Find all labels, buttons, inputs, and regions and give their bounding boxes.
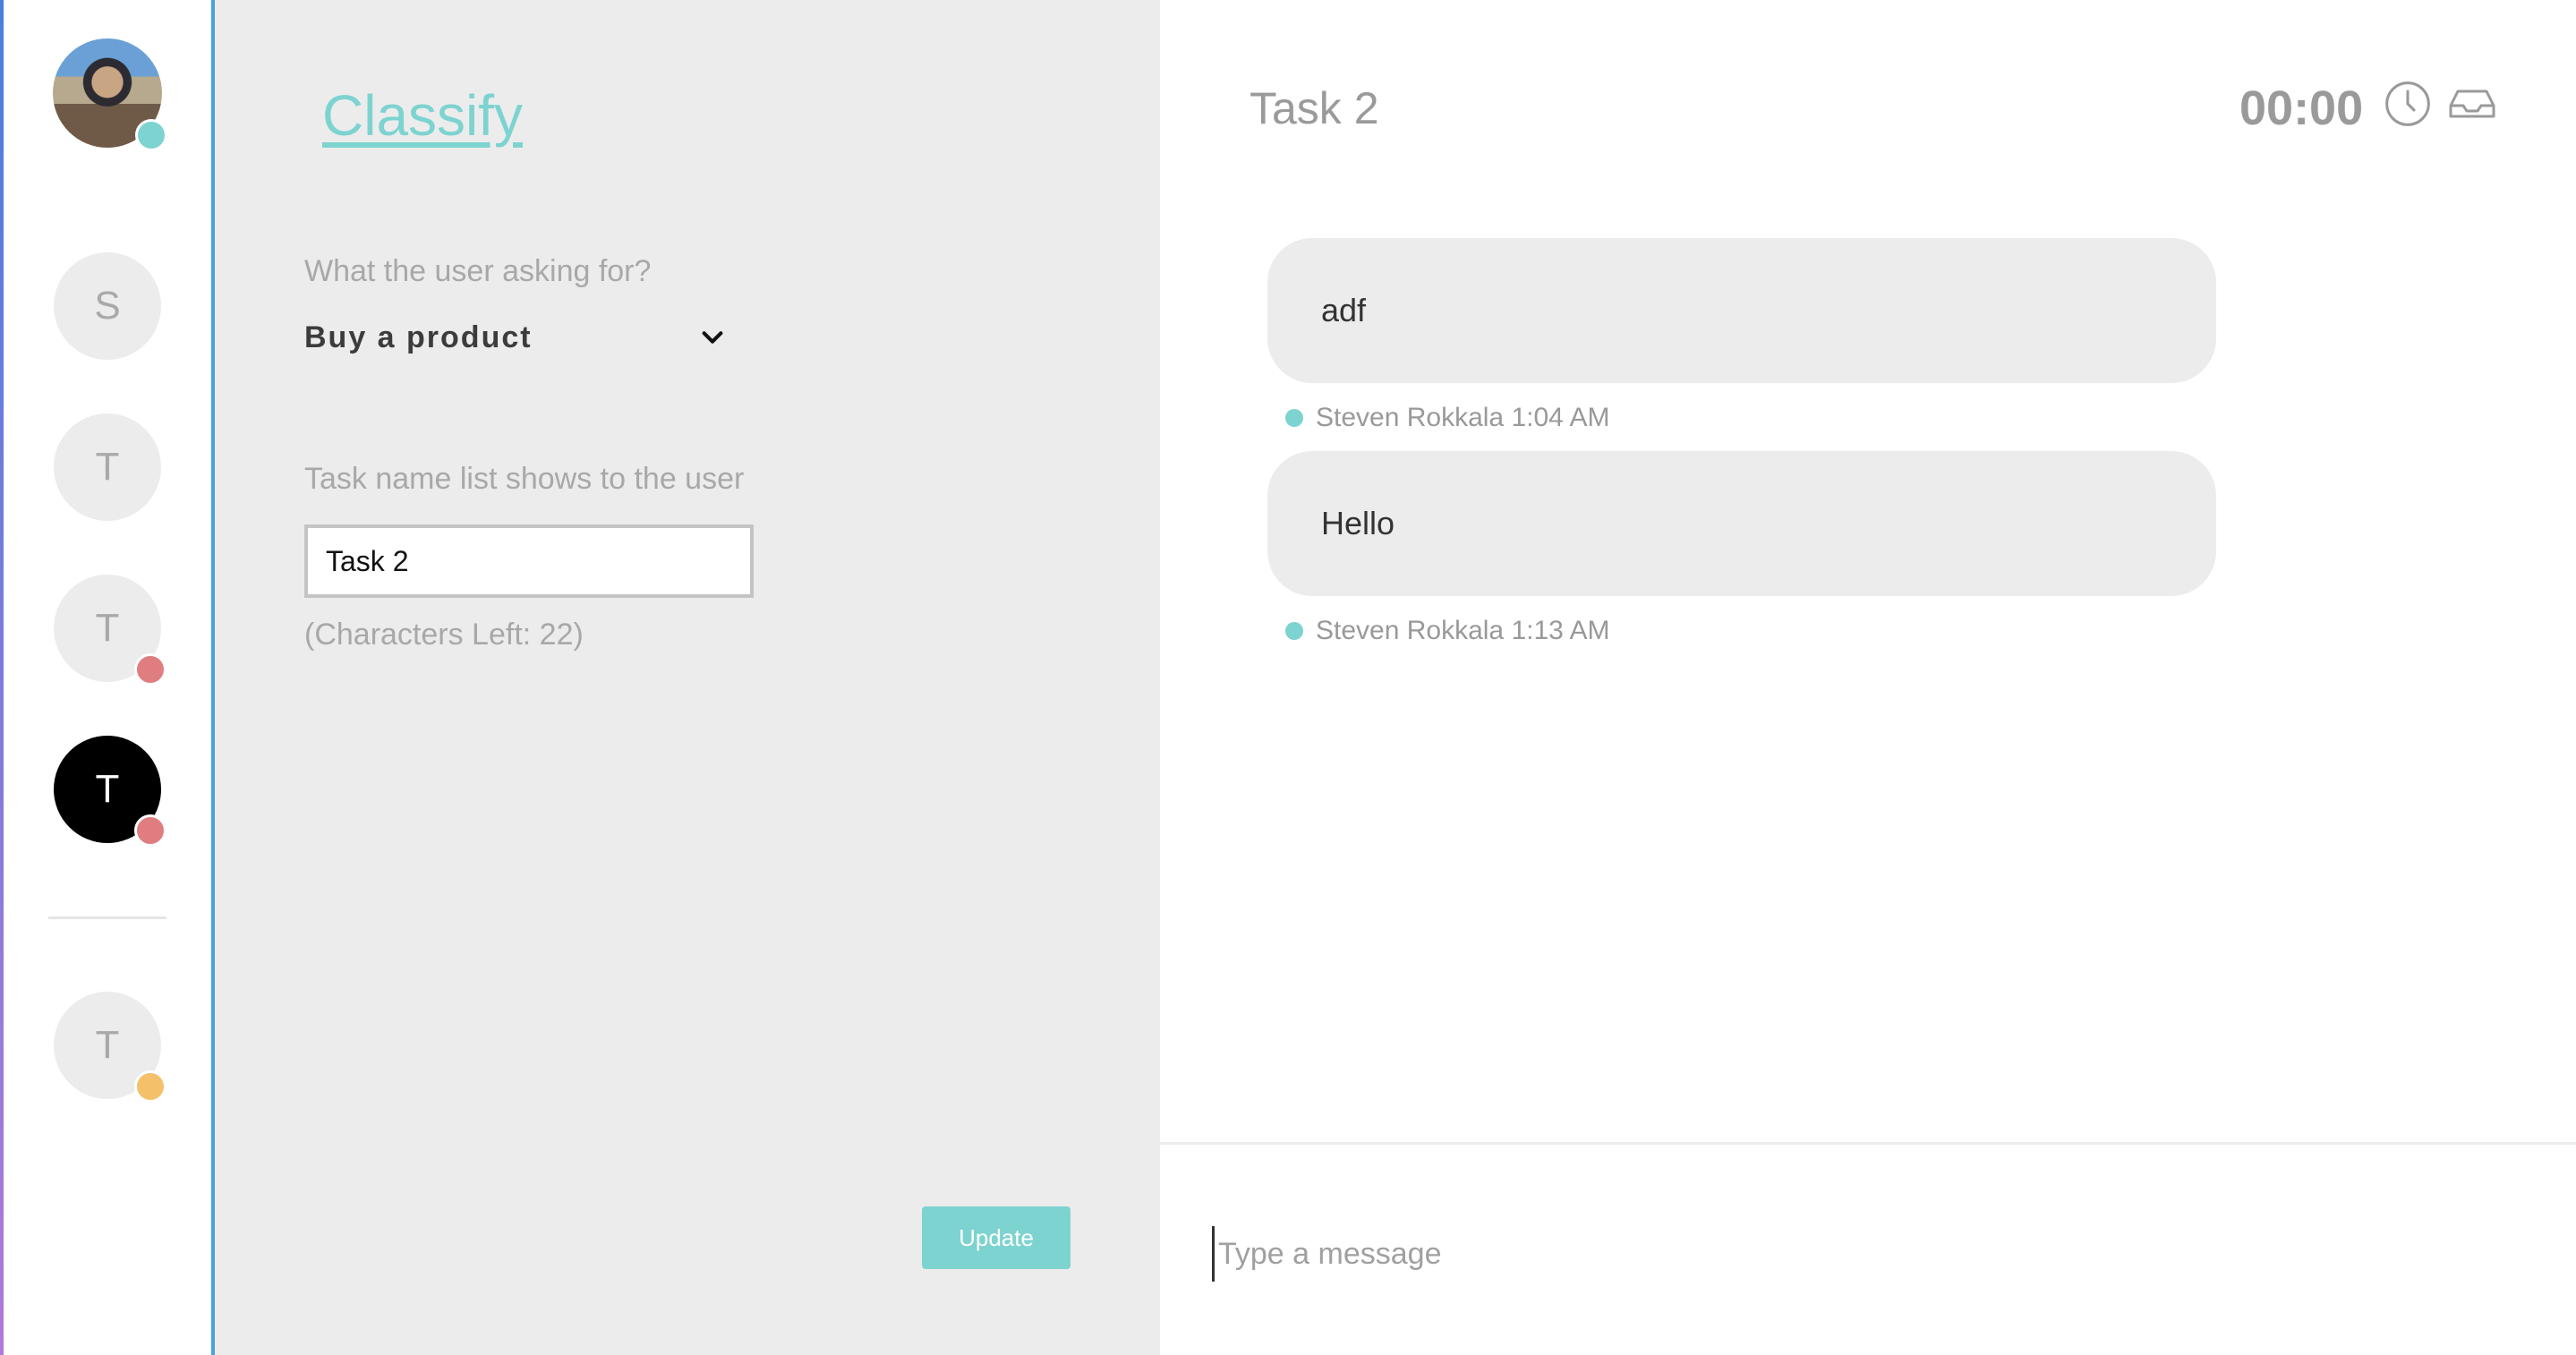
contact-initial: T — [95, 606, 120, 650]
app-root: S T T T T Classify What the user asking … — [0, 0, 2576, 1355]
contact-avatar-t3-active[interactable]: T — [54, 736, 166, 847]
message-text: Hello — [1321, 505, 1395, 541]
message-meta: Steven Rokkala 1:04 AM — [1285, 403, 1610, 433]
contact-status-dot — [134, 653, 166, 686]
classify-title-link[interactable]: Classify — [322, 82, 523, 149]
user-avatar[interactable] — [53, 38, 167, 151]
intent-question-label: What the user asking for? — [304, 254, 652, 288]
composer-divider — [1160, 1142, 2576, 1145]
inbox-icon[interactable] — [2447, 82, 2497, 125]
contact-status-dot — [134, 814, 166, 847]
contact-initial: T — [95, 767, 120, 811]
message-meta: Steven Rokkala 1:13 AM — [1285, 616, 1610, 646]
sidebar-divider — [48, 916, 166, 919]
message-sender-time: Steven Rokkala 1:04 AM — [1316, 403, 1610, 432]
timer-display: 00:00 — [2239, 81, 2364, 135]
message-input[interactable] — [1212, 1226, 2473, 1282]
online-dot — [1285, 409, 1303, 427]
contact-avatar-t4[interactable]: T — [54, 992, 166, 1103]
intent-selected-value: Buy a product — [304, 320, 533, 354]
contact-avatar-s[interactable]: S — [54, 252, 161, 360]
contact-initial: T — [95, 445, 120, 489]
intent-select[interactable]: Buy a product — [304, 315, 725, 360]
contact-status-dot — [134, 1070, 166, 1103]
message-bubble: adf — [1267, 238, 2216, 383]
task-name-label: Task name list shows to the user — [304, 462, 745, 496]
sidebar: S T T T T — [4, 0, 215, 1355]
clock-icon[interactable] — [2383, 79, 2433, 129]
contact-avatar-t2[interactable]: T — [54, 575, 166, 686]
task-name-input[interactable] — [304, 524, 754, 598]
contact-initial: S — [94, 284, 121, 328]
chat-panel: Task 2 00:00 adf Steven Rokkala 1:04 AM … — [1160, 0, 2576, 1355]
message-bubble: Hello — [1267, 451, 2216, 596]
chat-title: Task 2 — [1250, 83, 1379, 133]
message-text: adf — [1321, 292, 1367, 328]
chevron-down-icon — [702, 331, 723, 344]
message-sender-time: Steven Rokkala 1:13 AM — [1316, 616, 1610, 645]
contact-avatar-t1[interactable]: T — [54, 413, 161, 521]
online-dot — [1285, 622, 1303, 640]
characters-left-text: (Characters Left: 22) — [304, 618, 584, 652]
classify-panel: Classify What the user asking for? Buy a… — [215, 0, 1160, 1355]
update-button[interactable]: Update — [922, 1206, 1070, 1269]
contact-initial: T — [95, 1023, 120, 1067]
user-status-dot — [135, 119, 167, 151]
